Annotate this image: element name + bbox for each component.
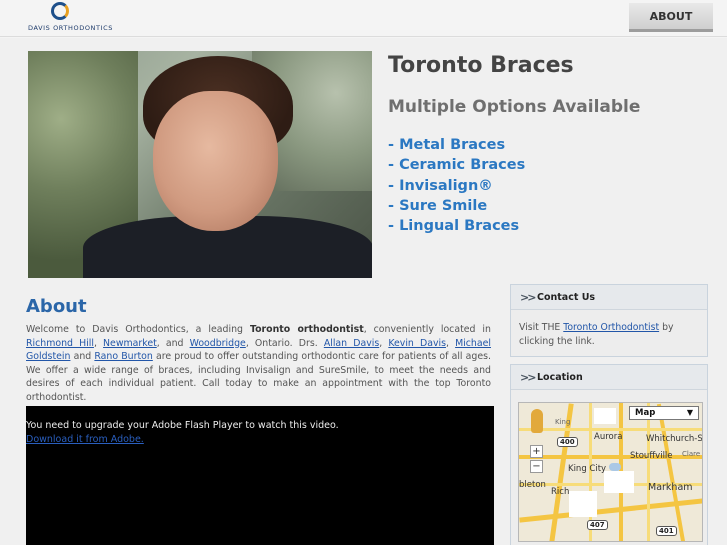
- page-title: Toronto Braces: [388, 53, 574, 78]
- contact-box-title: Contact Us: [537, 292, 596, 303]
- newmarket-link[interactable]: Newmarket: [103, 338, 157, 349]
- kevin-davis-link[interactable]: Kevin Davis: [388, 338, 446, 349]
- flash-upgrade-message: You need to upgrade your Adobe Flash Pla…: [26, 420, 339, 431]
- zoom-in-button[interactable]: +: [530, 445, 543, 458]
- header-divider: [0, 36, 727, 37]
- header: DAVIS ORTHODONTICS ABOUT: [0, 0, 727, 38]
- hero-photo: [28, 51, 372, 278]
- location-box-header: >> Location: [511, 365, 707, 390]
- map-label-markham: Markham: [648, 482, 693, 493]
- option-sure-smile-link[interactable]: - Sure Smile: [388, 196, 525, 216]
- flash-video-player[interactable]: You need to upgrade your Adobe Flash Pla…: [26, 406, 494, 545]
- highway-407-shield: 407: [587, 520, 608, 530]
- contact-box: >> Contact Us Visit THE Toronto Orthodon…: [510, 284, 708, 357]
- street-view-pegman-icon[interactable]: [531, 409, 543, 433]
- option-ceramic-braces-link[interactable]: - Ceramic Braces: [388, 155, 525, 175]
- map-label-king-city: King City: [568, 464, 607, 474]
- contact-box-text: Visit THE Toronto Orthodontist by clicki…: [519, 322, 674, 347]
- map-label-rich: Rich: [551, 487, 570, 497]
- map-label-aurora: Aurora: [594, 432, 623, 442]
- allan-davis-link[interactable]: Allan Davis: [324, 338, 379, 349]
- about-keyword: Toronto orthodontist: [249, 324, 364, 335]
- double-chevron-icon: >>: [520, 371, 537, 384]
- braces-options-list: - Metal Braces - Ceramic Braces - Invisa…: [388, 135, 525, 236]
- map-label-clare: Clare: [682, 450, 701, 458]
- about-heading: About: [26, 296, 87, 317]
- nav-about-button[interactable]: ABOUT: [629, 3, 713, 32]
- page-subtitle: Multiple Options Available: [388, 97, 641, 117]
- map-label-whitchurch: Whitchurch-St: [646, 434, 703, 444]
- option-invisalign-link[interactable]: - Invisalign®: [388, 176, 525, 196]
- toronto-orthodontist-link[interactable]: Toronto Orthodontist: [563, 322, 659, 333]
- location-box-title: Location: [537, 372, 583, 383]
- download-flash-link[interactable]: Download it from Adobe.: [26, 434, 144, 445]
- zoom-out-button[interactable]: −: [530, 460, 543, 473]
- option-lingual-braces-link[interactable]: - Lingual Braces: [388, 216, 525, 236]
- highway-401-shield: 401: [656, 526, 677, 536]
- location-box: >> Location King Aurora Whitchurch-St Cl…: [510, 364, 708, 545]
- logo-text: DAVIS ORTHODONTICS: [28, 24, 113, 32]
- map-label-stouffville: Stouffville: [630, 451, 673, 461]
- logo-mark-icon: [51, 2, 69, 20]
- rano-burton-link[interactable]: Rano Burton: [94, 351, 152, 362]
- about-paragraph: Welcome to Davis Orthodontics, a leading…: [26, 324, 491, 403]
- contact-box-header: >> Contact Us: [511, 285, 707, 310]
- highway-400-shield: 400: [557, 437, 578, 447]
- option-metal-braces-link[interactable]: - Metal Braces: [388, 135, 525, 155]
- woodbridge-link[interactable]: Woodbridge: [190, 338, 246, 349]
- dropdown-arrow-icon: ▼: [686, 408, 693, 417]
- location-map[interactable]: King Aurora Whitchurch-St Clare Stouffvi…: [518, 402, 703, 542]
- logo[interactable]: DAVIS ORTHODONTICS: [28, 2, 112, 34]
- double-chevron-icon: >>: [520, 291, 537, 304]
- map-type-select[interactable]: Map ▼: [629, 406, 699, 420]
- map-label-bleton: bleton: [519, 480, 546, 490]
- richmond-hill-link[interactable]: Richmond Hill: [26, 338, 94, 349]
- map-label-king: King: [555, 418, 571, 426]
